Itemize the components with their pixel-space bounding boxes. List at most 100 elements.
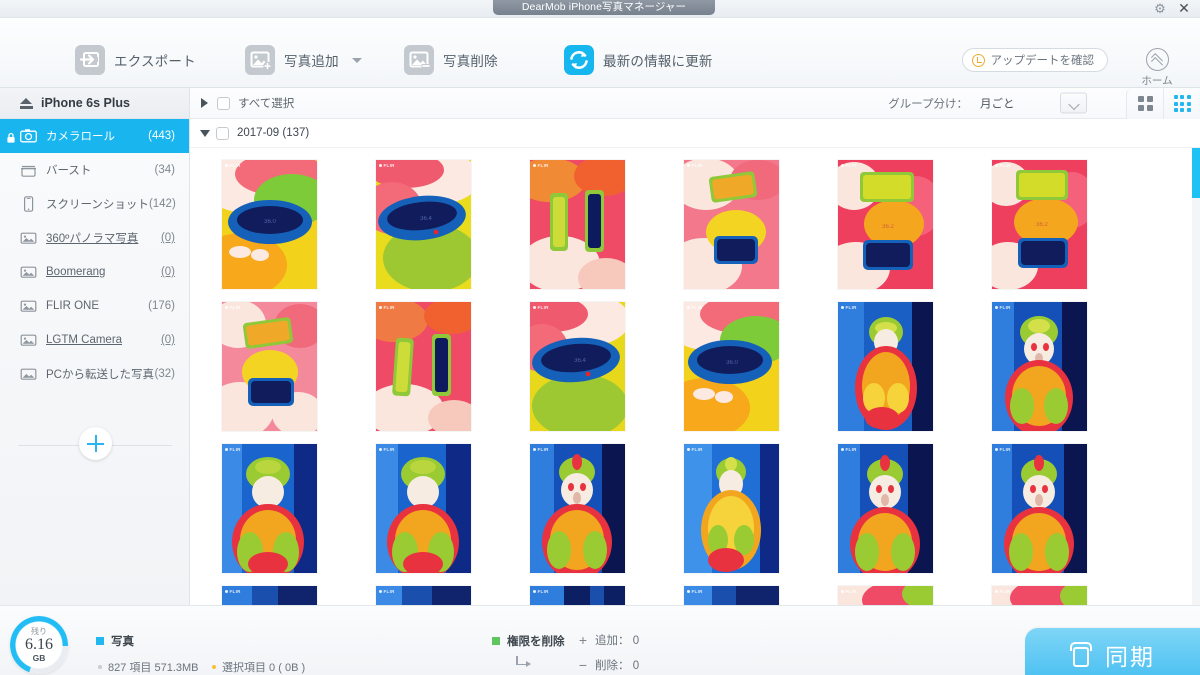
sidebar-device-row[interactable]: iPhone 6s Plus [0,88,189,119]
group-header-label: 2017-09 (137) [237,127,310,139]
sidebar: iPhone 6s Plus カメラロール (443) バースト (34) スク… [0,88,190,605]
minus-sign: − [578,657,588,673]
update-check-icon [971,53,985,67]
triangle-down-icon[interactable] [200,129,210,137]
app-window: DearMob iPhone写真マネージャー ⚙ ✕ エクスポート 写真追加 写… [0,0,1200,675]
sidebar-item-label: カメラロール [46,131,115,143]
content-scrollbar-thumb[interactable] [1192,148,1200,198]
chevron-down-icon[interactable] [351,57,362,63]
sidebar-item-count: (34) [154,164,175,176]
thumbnail-item[interactable]: 36.4 FLIR [376,160,471,289]
thumbnail-item[interactable]: FLIR [684,586,779,605]
thumbnail-item[interactable]: FLIR [530,444,625,573]
thumbnail-item[interactable]: FLIR [838,302,933,431]
toolbar-export-button[interactable]: エクスポート [75,45,196,75]
sidebar-item-count: (176) [148,300,175,312]
flir-watermark: FLIR [687,589,703,594]
check-update-label: アップデートを確認 [990,55,1095,67]
storage-indicator: 残り 6.16 GB [10,616,68,674]
album-icon [20,366,37,382]
thumbnail-item[interactable]: FLIR [838,586,933,605]
screenshot-icon [20,196,37,212]
sidebar-item-pc-transferred[interactable]: PCから転送した写真 (32) [0,357,189,391]
group-select-checkbox[interactable] [216,126,229,140]
toolbar-add-photo-button[interactable]: 写真追加 [245,45,362,75]
svg-text:36.0: 36.0 [726,360,738,366]
flir-watermark: FLIR [995,305,1011,310]
selected-bullet [212,665,216,669]
thumbnail-item[interactable]: FLIR [992,302,1087,431]
toolbar-refresh-label: 最新の情報に更新 [603,54,713,69]
sidebar-item-lgtm-camera[interactable]: LGTM Camera (0) [0,323,189,357]
items-bullet [98,665,102,669]
content-scrollbar-track[interactable] [1192,148,1200,605]
thumbnail-item[interactable]: FLIR [684,160,779,289]
sync-button[interactable]: 同期 [1025,628,1200,675]
chevron-down-icon[interactable] [1060,92,1087,114]
check-update-button[interactable]: アップデートを確認 [961,48,1108,72]
status-selected-label: 選択項目 0 ( 0B ) [222,662,306,674]
thumbnail-item[interactable]: 36.4 FLIR [530,302,625,431]
eject-icon[interactable] [20,97,33,109]
grid-2x2-icon [1137,96,1153,111]
thumbnail-item[interactable]: FLIR [222,586,317,605]
sidebar-item-label: FLIR ONE [46,300,100,312]
sidebar-item-burst[interactable]: バースト (34) [0,153,189,187]
sidebar-item-count: (0) [160,266,175,278]
thumbnail-item[interactable]: FLIR [222,302,317,431]
view-large-button[interactable] [1163,88,1200,119]
toolbar-delete-photo-button[interactable]: 写真削除 [404,45,498,75]
thumbnail-item[interactable]: FLIR [376,302,471,431]
delete-photo-icon [404,45,434,75]
thumbnail-item[interactable]: FLIR [530,586,625,605]
view-small-button[interactable] [1126,88,1163,119]
thumbnail-item[interactable]: FLIR [992,586,1087,605]
sync-button-label: 同期 [1105,643,1155,670]
thumbnail-grid: 36.0 FLIR 36.4 FLIR FLIR FLIR 36.2 FLIR 36.2 FLIR… [190,148,1200,605]
thumbnail-item[interactable]: FLIR [376,444,471,573]
toolbar-refresh-button[interactable]: 最新の情報に更新 [564,45,713,75]
storage-value: 6.16 [25,635,53,653]
svg-text:36.2: 36.2 [882,224,894,230]
flir-watermark: FLIR [995,163,1011,168]
thumbnail-grid-scroll[interactable]: 36.0 FLIR 36.4 FLIR FLIR FLIR 36.2 FLIR 36.2 FLIR… [190,148,1200,605]
thumbnail-item[interactable]: FLIR [684,444,779,573]
thumbnail-item[interactable]: FLIR [376,586,471,605]
flir-watermark: FLIR [841,447,857,452]
sidebar-item-screenshots[interactable]: スクリーンショット (142) [0,187,189,221]
thumbnail-item[interactable]: FLIR [838,444,933,573]
thumbnail-item[interactable]: 36.2 FLIR [838,160,933,289]
sidebar-item-flir-one[interactable]: FLIR ONE (176) [0,289,189,323]
export-icon [75,45,105,75]
status-items-row: 827 項目 571.3MB [98,659,199,675]
triangle-right-icon[interactable] [201,98,208,108]
gear-icon[interactable]: ⚙ [1152,2,1168,16]
thumbnail-item[interactable]: 36.0 FLIR [684,302,779,431]
status-permission-label: 権限を削除 [507,636,565,648]
svg-text:36.4: 36.4 [574,358,586,364]
home-icon [1145,48,1169,71]
sidebar-item-boomerang[interactable]: Boomerang (0) [0,255,189,289]
window-title: DearMob iPhone写真マネージャー [493,0,715,15]
branch-arrow-icon [516,656,531,667]
thumbnail-item[interactable]: FLIR [530,160,625,289]
flir-watermark: FLIR [379,447,395,452]
flir-watermark: FLIR [841,305,857,310]
sidebar-item-label: PCから転送した写真 [46,369,154,381]
sidebar-item-camera-roll[interactable]: カメラロール (443) [0,119,189,153]
home-button[interactable]: ホーム [1126,48,1188,88]
lock-icon [6,131,16,143]
sidebar-item-count: (0) [160,334,175,346]
select-all-checkbox[interactable] [217,96,230,110]
flir-watermark: FLIR [533,447,549,452]
thumbnail-item[interactable]: 36.2 FLIR [992,160,1087,289]
flir-watermark: FLIR [225,163,241,168]
close-icon[interactable]: ✕ [1176,1,1192,17]
sidebar-item-panorama[interactable]: 360ºパノラマ写真 (0) [0,221,189,255]
plus-icon[interactable] [79,427,112,460]
thumbnail-item[interactable]: FLIR [992,444,1087,573]
flir-watermark: FLIR [379,305,395,310]
thumbnail-item[interactable]: FLIR [222,444,317,573]
thumbnail-item[interactable]: 36.0 FLIR [222,160,317,289]
svg-text:36.0: 36.0 [264,219,276,225]
